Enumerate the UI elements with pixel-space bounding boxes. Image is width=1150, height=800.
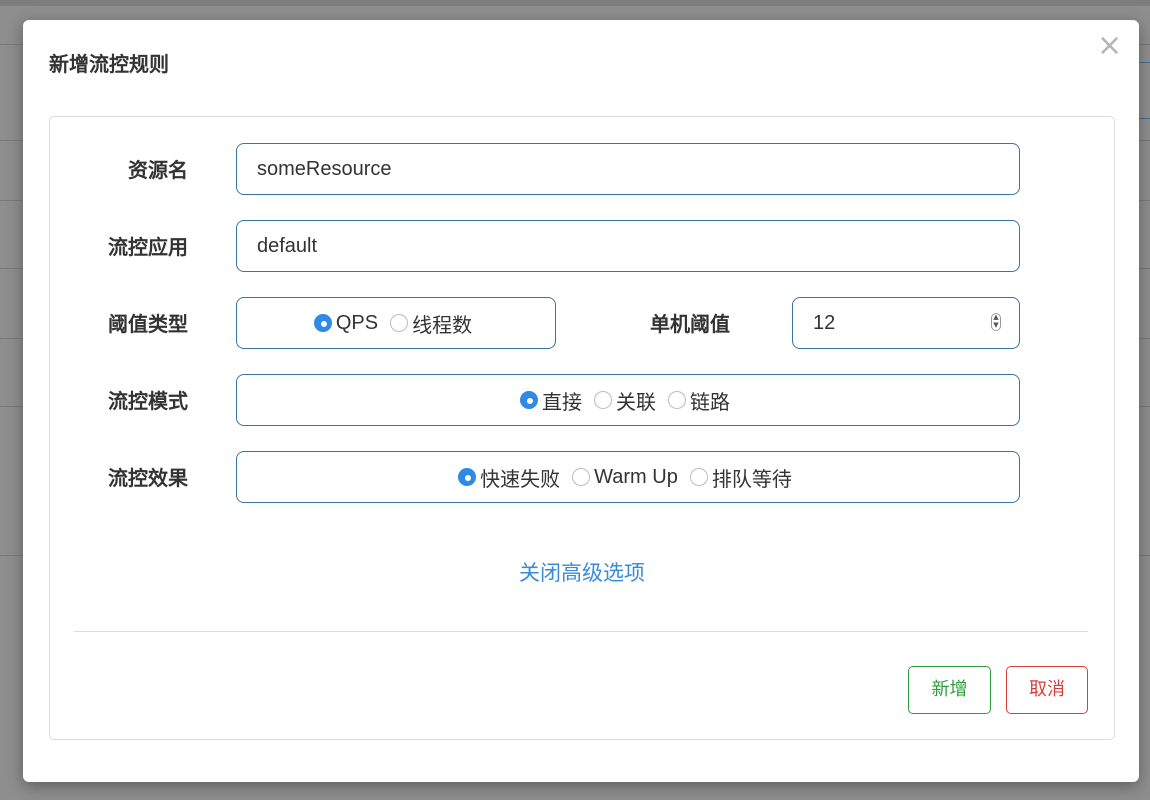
radio-qps[interactable]: QPS [313, 311, 379, 335]
radio-direct[interactable]: 直接 [520, 386, 582, 415]
background-top-strip [0, 0, 1150, 6]
close-icon[interactable]: × [1097, 31, 1122, 61]
flow-mode-radio-group: 直接 关联 链路 [236, 374, 1020, 426]
radio-label: 关联 [616, 391, 656, 414]
threshold-count-field: ▲▼ [792, 297, 1020, 349]
radio-unchecked-icon [594, 391, 612, 409]
dialog-title: 新增流控规则 [49, 52, 169, 76]
radio-unchecked-icon [689, 468, 708, 486]
footer-divider [74, 631, 1088, 632]
radio-label: 线程数 [412, 314, 473, 337]
radio-label: QPS [335, 311, 379, 334]
stepper-arrows-icon[interactable]: ▲ ▼ [991, 313, 1001, 331]
radio-label: 链路 [690, 391, 730, 414]
flow-app-label: 流控应用 [108, 235, 188, 259]
flow-mode-label: 流控模式 [108, 389, 188, 413]
radio-group-inner: QPS 线程数 [237, 298, 555, 348]
radio-label: 排队等待 [711, 468, 792, 491]
radio-label: 直接 [542, 391, 582, 414]
radio-thread-count[interactable]: 线程数 [390, 309, 472, 338]
resource-name-input[interactable] [237, 144, 1019, 194]
cancel-button[interactable]: 取消 [1006, 666, 1088, 714]
threshold-type-label: 阈值类型 [108, 312, 188, 336]
add-flow-rule-dialog: 新增流控规则 × 资源名 流控应用 阈值类型 QPS 线程数 [23, 20, 1139, 782]
radio-chain[interactable]: 链路 [668, 386, 730, 415]
background-divider [1138, 62, 1150, 63]
add-button[interactable]: 新增 [908, 666, 991, 714]
radio-group-inner: 直接 关联 链路 [237, 375, 1019, 425]
radio-unchecked-icon [572, 468, 591, 486]
radio-related[interactable]: 关联 [594, 386, 656, 415]
radio-unchecked-icon [668, 391, 686, 409]
resource-name-field [236, 143, 1020, 195]
radio-checked-icon [313, 314, 332, 332]
flow-app-field [236, 220, 1020, 272]
close-advanced-options-link[interactable]: 关闭高级选项 [50, 557, 1114, 587]
radio-unchecked-icon [390, 314, 409, 332]
radio-label: 快速失败 [480, 468, 561, 491]
radio-group-inner: 快速失败 Warm Up 排队等待 [237, 452, 1019, 502]
radio-warm-up[interactable]: Warm Up [572, 466, 678, 489]
radio-fast-fail[interactable]: 快速失败 [458, 463, 560, 492]
background-divider [1138, 118, 1150, 119]
radio-checked-icon [458, 468, 477, 486]
threshold-type-radio-group: QPS 线程数 [236, 297, 556, 349]
radio-checked-icon [520, 391, 538, 409]
radio-label: Warm Up [594, 465, 678, 488]
flow-effect-label: 流控效果 [108, 466, 188, 490]
form-panel: 资源名 流控应用 阈值类型 QPS 线程数 单机阈值 [49, 116, 1115, 740]
resource-name-label: 资源名 [128, 158, 188, 182]
threshold-count-input[interactable] [793, 298, 1019, 348]
flow-app-input[interactable] [237, 221, 1019, 271]
radio-queue-wait[interactable]: 排队等待 [689, 463, 792, 492]
threshold-count-label: 单机阈值 [650, 312, 730, 336]
flow-effect-radio-group: 快速失败 Warm Up 排队等待 [236, 451, 1020, 503]
